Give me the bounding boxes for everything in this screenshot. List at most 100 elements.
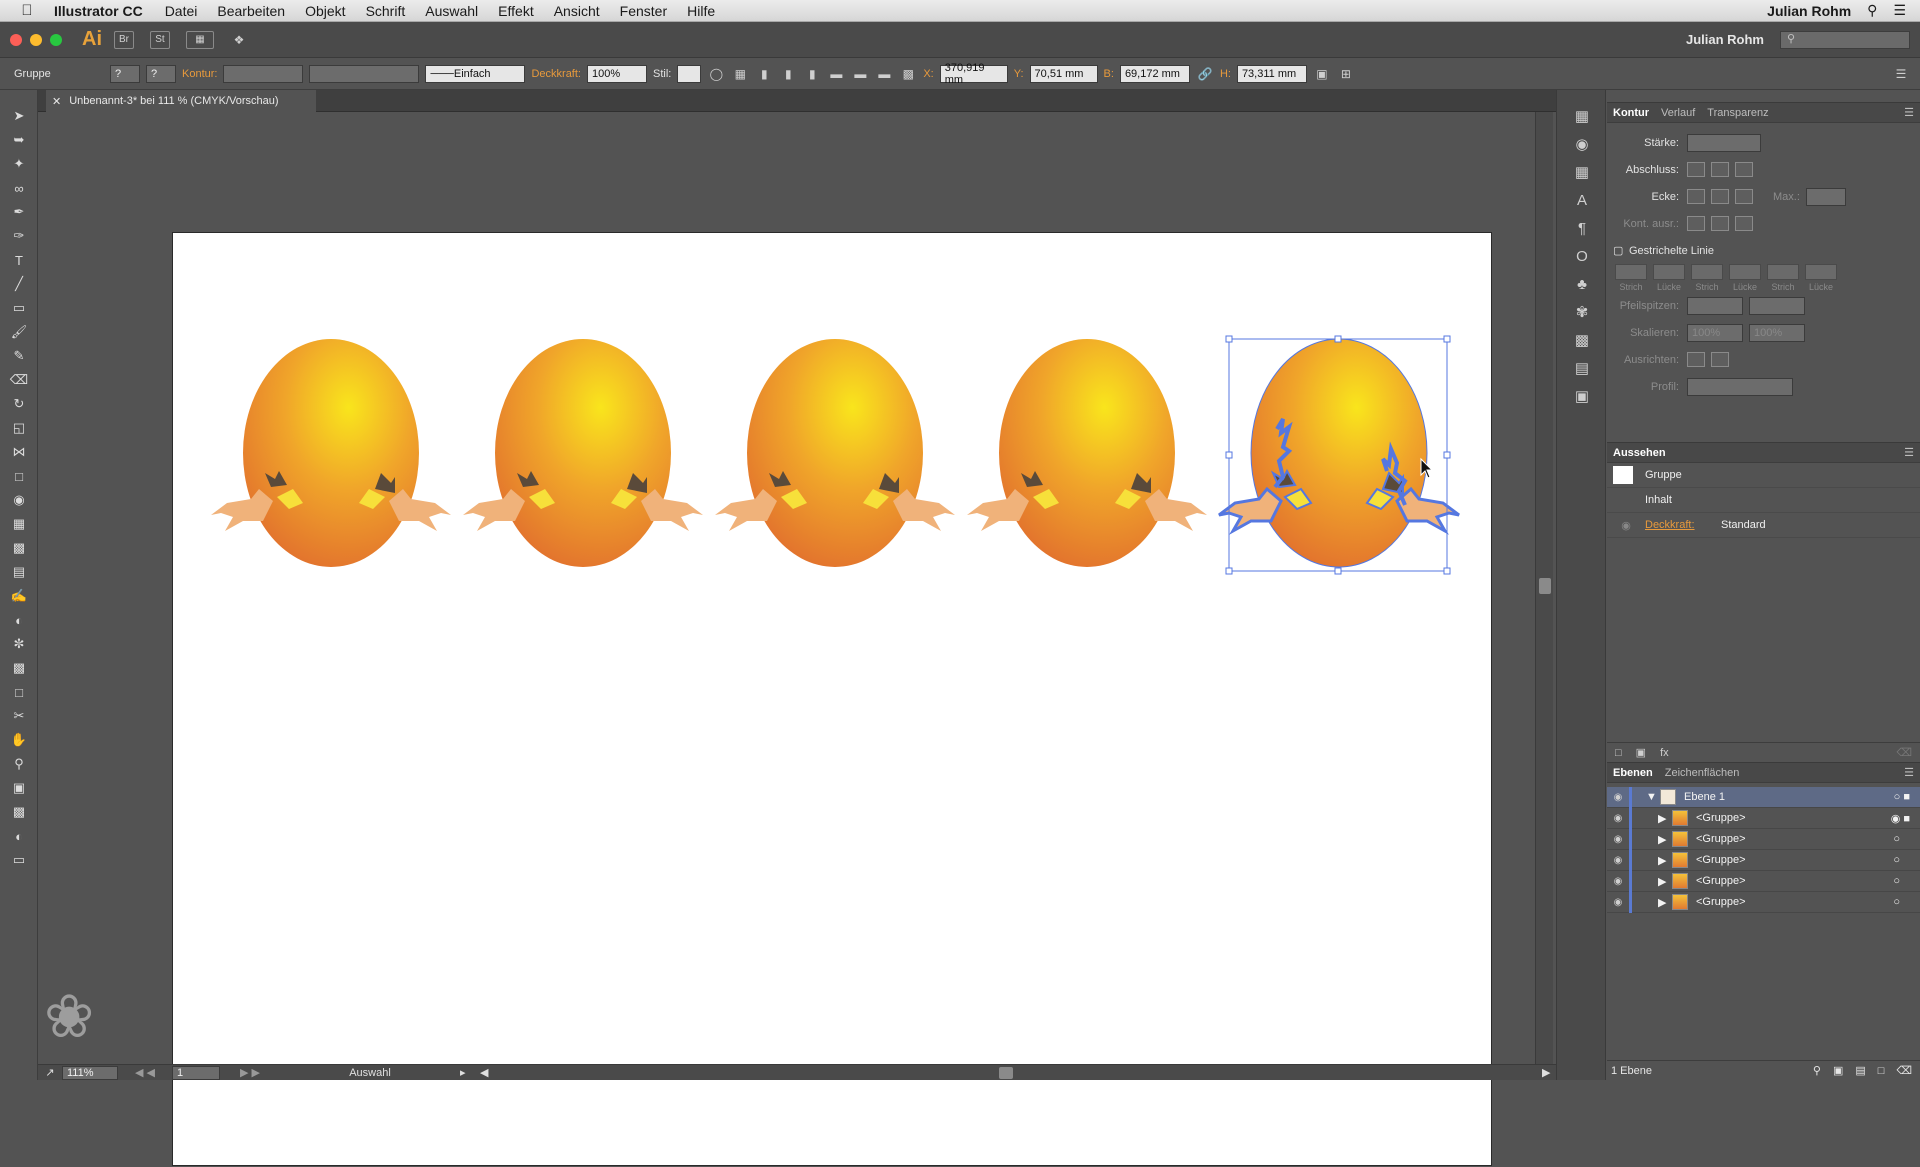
add-stroke-icon[interactable]: □	[1615, 747, 1622, 759]
appearance-opacity-row[interactable]: ◉ Deckkraft: Standard	[1607, 513, 1920, 538]
tab-transparenz[interactable]: Transparenz	[1707, 107, 1768, 119]
dashed-line-checkbox[interactable]: ▢	[1607, 244, 1623, 257]
align-bottom-icon[interactable]: ▬	[875, 65, 893, 83]
hand-tool-icon[interactable]: ✋	[0, 728, 38, 752]
hscroll-right-icon[interactable]: ▶	[1542, 1066, 1556, 1079]
apple-icon[interactable]: 	[0, 2, 54, 19]
pen-tool-icon[interactable]: ✒	[0, 200, 38, 224]
group-target-icon[interactable]: ○	[1893, 875, 1920, 887]
layer-row-group-2[interactable]: ◉ ▶ <Gruppe> ○	[1607, 828, 1920, 850]
egg-chick-5-selected[interactable]	[1218, 338, 1460, 568]
stock-button[interactable]: St	[150, 30, 170, 49]
symbol-sprayer-tool-icon[interactable]: ✼	[0, 632, 38, 656]
menu-datei[interactable]: Datei	[155, 3, 208, 19]
image-trace-icon[interactable]: ▦	[1557, 102, 1607, 130]
artboard[interactable]	[172, 232, 1492, 1166]
blend-tool-icon[interactable]: ◐	[0, 608, 38, 632]
group-visibility-eye-icon[interactable]: ◉	[1607, 897, 1629, 908]
stroke-panel-menu-icon[interactable]: ☰	[1904, 106, 1920, 119]
eyedropper-tool-icon[interactable]: ✍	[0, 584, 38, 608]
group-name[interactable]: <Gruppe>	[1696, 812, 1746, 824]
symbols-panel-icon[interactable]: ♣	[1557, 270, 1607, 298]
arrange-documents-icon[interactable]: ▦	[186, 30, 214, 49]
group-target-selected-icon[interactable]: ◉ ■	[1891, 812, 1920, 825]
appearance-content-row[interactable]: Inhalt	[1607, 488, 1920, 513]
character-panel-icon[interactable]: A	[1557, 186, 1607, 214]
arrow-align-inside-icon[interactable]	[1711, 352, 1729, 367]
stroke-color-swatch[interactable]: ?	[146, 64, 176, 83]
curvature-tool-icon[interactable]: ✑	[0, 224, 38, 248]
group-target-icon[interactable]: ○	[1893, 854, 1920, 866]
expand-group-chevron-icon[interactable]: ▶	[1658, 896, 1672, 909]
layer-row-ebene-1[interactable]: ◉ ▼ Ebene 1 ○ ■	[1607, 786, 1920, 808]
notification-list-icon[interactable]: ☰	[1893, 2, 1906, 19]
gap-input-2[interactable]	[1729, 264, 1761, 280]
opentype-panel-icon[interactable]: O	[1557, 242, 1607, 270]
y-position-field[interactable]: 70,51 mm	[1029, 64, 1098, 83]
menu-app-name[interactable]: Illustrator CC	[54, 3, 155, 19]
egg-chick-4[interactable]	[967, 339, 1207, 567]
bevel-join-icon[interactable]	[1735, 189, 1753, 204]
menu-hilfe[interactable]: Hilfe	[677, 3, 725, 19]
menu-effekt[interactable]: Effekt	[488, 3, 544, 19]
appearance-opacity-label[interactable]: Deckkraft:	[1645, 519, 1721, 531]
gpu-performance-icon[interactable]: ❖	[230, 31, 248, 49]
reference-point-icon[interactable]: ▩	[899, 65, 917, 83]
round-join-icon[interactable]	[1711, 189, 1729, 204]
layer-row-group-1[interactable]: ◉ ▶ <Gruppe> ◉ ■	[1607, 807, 1920, 829]
arrowhead-start-select[interactable]	[1687, 296, 1743, 315]
scale-start-input[interactable]: 100%	[1687, 323, 1743, 342]
selection-tool-icon[interactable]: ➤	[0, 104, 38, 128]
menu-bearbeiten[interactable]: Bearbeiten	[207, 3, 295, 19]
tab-zeichenflaechen[interactable]: Zeichenflächen	[1665, 767, 1740, 779]
graphic-style-swatch[interactable]	[677, 64, 702, 83]
hscroll-left-icon[interactable]: ◀	[480, 1066, 494, 1079]
visibility-eye-icon[interactable]: ◉	[1607, 519, 1645, 532]
lasso-tool-icon[interactable]: ∞	[0, 176, 38, 200]
group-visibility-eye-icon[interactable]: ◉	[1607, 834, 1629, 845]
variable-width-profile-select[interactable]	[309, 64, 420, 83]
delete-layer-icon[interactable]: ⌫	[1896, 1064, 1920, 1077]
align-panel-icon[interactable]: ▤	[1557, 354, 1607, 382]
align-left-icon[interactable]: ▮	[755, 65, 773, 83]
add-fill-icon[interactable]: ▣	[1636, 746, 1646, 759]
menu-ansicht[interactable]: Ansicht	[544, 3, 610, 19]
expand-group-chevron-icon[interactable]: ▶	[1658, 833, 1672, 846]
group-target-icon[interactable]: ○	[1893, 833, 1920, 845]
dash-input-2[interactable]	[1691, 264, 1723, 280]
align-to-selection-icon[interactable]: ▦	[731, 65, 749, 83]
mesh-tool-icon[interactable]: ▩	[0, 536, 38, 560]
artboard-number-field[interactable]: 1	[172, 1065, 220, 1080]
layer-visibility-eye-icon[interactable]: ◉	[1607, 792, 1629, 803]
group-name[interactable]: <Gruppe>	[1696, 833, 1746, 845]
canvas-area[interactable]: ❀	[38, 112, 1556, 1166]
transform-panel-icon[interactable]: ▩	[1557, 326, 1607, 354]
zoom-tool-icon[interactable]: ⚲	[0, 752, 38, 776]
vertical-scrollbar[interactable]	[1535, 112, 1553, 1064]
opacity-field[interactable]: 100%	[586, 64, 647, 83]
blob-brush-tool-icon[interactable]: ✎	[0, 344, 38, 368]
gradient-tool-icon[interactable]: ▤	[0, 560, 38, 584]
document-tab[interactable]: ✕ Unbenannt-3* bei 111 % (CMYK/Vorschau)	[46, 90, 316, 112]
new-layer-icon[interactable]: □	[1878, 1065, 1885, 1077]
group-visibility-eye-icon[interactable]: ◉	[1607, 876, 1629, 887]
zoom-window-button[interactable]	[50, 33, 62, 46]
brush-definition-select[interactable]: ─── Einfach	[425, 64, 526, 83]
tab-verlauf[interactable]: Verlauf	[1661, 107, 1695, 119]
egg-chick-3[interactable]	[715, 339, 955, 567]
width-tool-icon[interactable]: ⋈	[0, 440, 38, 464]
zoom-level-field[interactable]: 111%	[62, 1065, 118, 1080]
new-sublayer-icon[interactable]: ▤	[1855, 1064, 1865, 1077]
egg-chick-2[interactable]	[463, 339, 703, 567]
arrow-align-extend-icon[interactable]	[1687, 352, 1705, 367]
rectangle-tool-icon[interactable]: ▭	[0, 296, 38, 320]
horizontal-scrollbar[interactable]	[494, 1066, 1542, 1079]
align-center-horizontal-icon[interactable]: ▮	[779, 65, 797, 83]
perspective-grid-tool-icon[interactable]: ▦	[0, 512, 38, 536]
align-top-icon[interactable]: ▬	[827, 65, 845, 83]
artboard-nav-prev-icon[interactable]: ◀ ◀	[118, 1066, 172, 1079]
layer-name[interactable]: Ebene 1	[1684, 791, 1725, 803]
swatches-grid-icon[interactable]: ▦	[1557, 158, 1607, 186]
tab-kontur[interactable]: Kontur	[1613, 107, 1649, 119]
slice-tool-icon[interactable]: ✂	[0, 704, 38, 728]
